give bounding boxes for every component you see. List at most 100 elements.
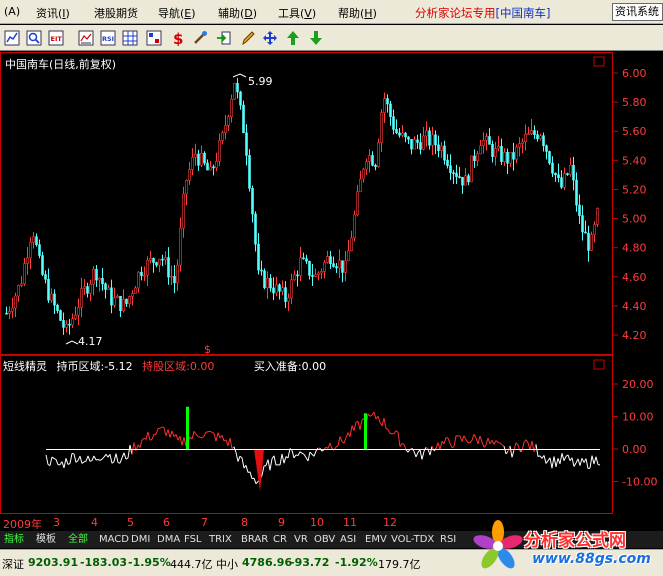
- oscillator-segment: [463, 435, 467, 441]
- indicator-frame: [0, 355, 613, 514]
- arrow-up-icon[interactable]: [283, 28, 303, 48]
- sz-index-change: -183.03: [80, 556, 128, 569]
- oscillator-segment: [555, 458, 559, 468]
- menu-help[interactable]: 帮助(H): [338, 5, 377, 21]
- indicator-maximize-icon[interactable]: [593, 359, 605, 370]
- dollar-marker: $: [204, 343, 211, 356]
- oscillator-segment: [425, 446, 429, 450]
- candle-body: [467, 175, 470, 183]
- candle-body: [434, 134, 437, 146]
- oscillator-segment: [93, 455, 97, 461]
- maximize-icon[interactable]: [593, 56, 605, 67]
- candle-body: [191, 157, 194, 170]
- tab-dmi[interactable]: DMI: [129, 532, 152, 547]
- menu-news[interactable]: 资讯(I): [36, 5, 70, 21]
- dollar-icon[interactable]: $: [168, 28, 188, 48]
- candle-body: [158, 258, 161, 266]
- curve-icon[interactable]: [2, 28, 22, 48]
- candle-body: [563, 173, 566, 188]
- oscillator-segment: [193, 430, 197, 435]
- tab-emv[interactable]: EMV: [363, 532, 389, 547]
- menu-a[interactable]: (A): [4, 5, 20, 18]
- grid-icon[interactable]: [120, 28, 140, 48]
- oscillator-segment: [139, 440, 143, 448]
- candle-body: [134, 287, 137, 294]
- candle-body: [98, 277, 101, 281]
- tab-rsi[interactable]: RSI: [438, 532, 458, 547]
- candle-body: [293, 274, 296, 281]
- sme-index-amount: 179.7亿: [378, 558, 421, 571]
- pencil-icon[interactable]: [238, 28, 258, 48]
- tab-template[interactable]: 模板: [34, 532, 58, 547]
- rsi-icon[interactable]: RSI: [98, 28, 118, 48]
- oscillator-segment: [127, 444, 131, 459]
- candle-body: [344, 260, 347, 273]
- month-label: 8: [241, 516, 248, 529]
- chart-icon[interactable]: [76, 28, 96, 48]
- candle-body: [488, 136, 491, 145]
- oscillator-segment: [531, 440, 535, 452]
- chart-area[interactable]: 6.00 5.80 5.60 5.40 5.20 5.00 4.80 4.60 4.40 4.20…: [0, 52, 663, 531]
- oscillator-segment: [429, 446, 433, 456]
- month-label: 3: [53, 516, 60, 529]
- candle-body: [539, 135, 542, 140]
- buy-prep-value: 买入准备:0.00: [253, 360, 327, 373]
- oscillator-segment: [597, 464, 601, 466]
- oscillator-segment: [553, 456, 557, 467]
- candle-body: [89, 283, 92, 294]
- menu-hk-futures[interactable]: 港股期货: [94, 5, 138, 21]
- oscillator-segment: [75, 460, 79, 463]
- menu-assist[interactable]: 辅助(D): [218, 5, 257, 21]
- tab-macd[interactable]: MACD: [97, 532, 131, 547]
- oscillator-segment: [473, 434, 477, 439]
- oscillator-segment: [301, 452, 305, 455]
- tab-all[interactable]: 全部: [66, 532, 90, 547]
- oscillator-segment: [373, 411, 377, 420]
- candle-body: [455, 172, 458, 177]
- menu-navigate[interactable]: 导航(E): [158, 5, 196, 21]
- candle-body: [92, 268, 95, 285]
- tab-dma[interactable]: DMA: [155, 532, 182, 547]
- candle-body: [5, 312, 8, 315]
- tab-fsl[interactable]: FSL: [182, 532, 204, 547]
- candle-body: [560, 177, 563, 188]
- tab-vr[interactable]: VR: [292, 532, 310, 547]
- tab-brar[interactable]: BRAR: [239, 532, 270, 547]
- candle-body: [257, 243, 260, 271]
- grid2-icon[interactable]: [144, 28, 164, 48]
- menu-tools[interactable]: 工具(V): [278, 5, 316, 21]
- wand-icon[interactable]: [190, 28, 210, 48]
- tab-trix[interactable]: TRIX: [207, 532, 234, 547]
- tab-obv[interactable]: OBV: [312, 532, 337, 547]
- oscillator-segment: [215, 432, 219, 442]
- candle-body: [485, 136, 488, 141]
- candle-body: [389, 103, 392, 117]
- oscillator-segment: [209, 430, 213, 433]
- export-icon[interactable]: [214, 28, 234, 48]
- oscillator-segment: [163, 427, 167, 436]
- tab-cr[interactable]: CR: [271, 532, 289, 547]
- tab-vol-tdx[interactable]: VOL-TDX: [389, 532, 436, 547]
- candle-body: [41, 255, 44, 275]
- tab-indicator[interactable]: 指标: [2, 532, 26, 547]
- oscillator-segment: [383, 418, 387, 429]
- oscillator-segment: [55, 459, 59, 465]
- candle-body: [218, 140, 221, 162]
- candle-body: [494, 148, 497, 157]
- news-system-button[interactable]: 资讯系统: [612, 3, 663, 21]
- oscillator-segment: [493, 440, 497, 445]
- tab-asi[interactable]: ASI: [338, 532, 358, 547]
- zoom-icon[interactable]: [24, 28, 44, 48]
- candle-body: [452, 172, 455, 174]
- candle-body: [164, 257, 167, 261]
- candle-body: [110, 287, 113, 306]
- move-icon[interactable]: [260, 28, 280, 48]
- sell-signal-bar: [254, 449, 264, 492]
- candle-body: [56, 304, 59, 311]
- oscillator-segment: [181, 437, 185, 446]
- ext-icon[interactable]: EIT: [46, 28, 66, 48]
- oscillator-segment: [297, 451, 301, 456]
- candle-body: [29, 241, 32, 259]
- arrow-down-icon[interactable]: [306, 28, 326, 48]
- low-label: 4.17: [78, 335, 103, 348]
